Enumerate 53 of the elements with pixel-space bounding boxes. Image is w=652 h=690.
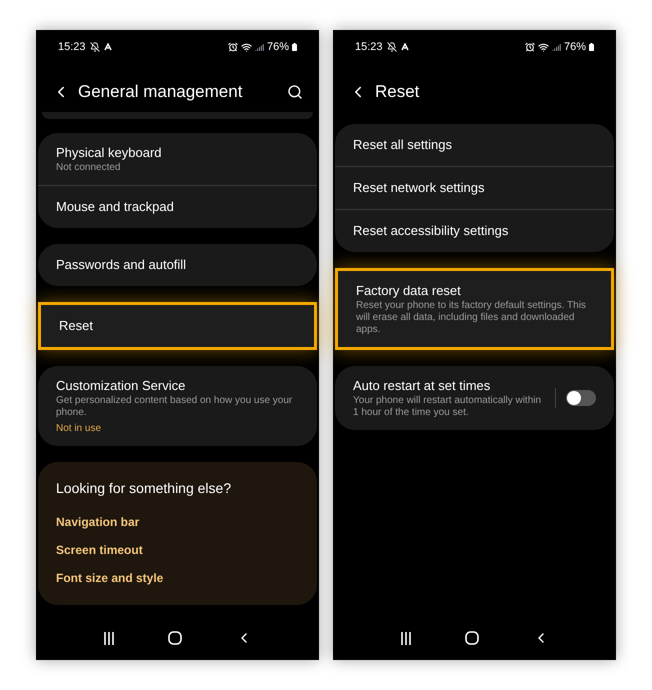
settings-item[interactable]: Passwords and autofill	[38, 244, 317, 286]
status-time: 15:23	[58, 40, 86, 55]
settings-item[interactable]: Reset network settings	[335, 167, 614, 210]
app-icon	[400, 43, 409, 51]
item-description: Reset your phone to its factory default settings. This will erase all data, including files and downloaded apps.	[356, 300, 587, 336]
alarm-icon	[228, 42, 238, 52]
home-icon[interactable]	[465, 631, 480, 645]
item-title: Reset network settings	[353, 179, 486, 197]
battery-level: 76%	[564, 40, 586, 55]
item-title: Reset	[59, 317, 94, 335]
settings-item[interactable]: Auto restart at set times Your phone will restart automatically within 1 hour of the time you set.	[335, 366, 614, 430]
item-description: Your phone will restart automatically within 1 hour of the time you set.	[353, 395, 542, 419]
settings-item[interactable]: Customization Service Get personalized content based on how you use your phone. Not in use	[38, 366, 317, 446]
battery-icon	[292, 43, 297, 51]
item-title: Physical keyboard	[56, 144, 162, 162]
wifi-icon	[538, 42, 549, 52]
suggestion-link[interactable]: Screen timeout	[56, 541, 299, 559]
recent-apps-icon[interactable]	[102, 632, 115, 644]
screen-title: General management	[78, 81, 244, 104]
item-title: Factory data reset	[356, 282, 462, 300]
item-title: Reset accessibility settings	[353, 222, 510, 240]
screen-title: Reset	[375, 81, 420, 104]
signal-icon	[552, 42, 561, 52]
settings-item[interactable]: Factory data reset Reset your phone to its factory default settings. This will erase all data, including files and downloaded apps.	[338, 271, 611, 347]
signal-icon	[254, 42, 264, 52]
mute-icon	[90, 42, 100, 52]
suggestion-link[interactable]: Navigation bar	[56, 513, 299, 531]
settings-item[interactable]: Mouse and trackpad	[38, 186, 317, 228]
mute-icon	[386, 42, 397, 52]
alarm-icon	[524, 42, 535, 52]
battery-icon	[589, 43, 594, 51]
suggestion-heading: Looking for something else?	[56, 479, 232, 498]
item-title: Auto restart at set times	[353, 377, 492, 395]
item-description: Not connected	[56, 162, 122, 174]
wifi-icon	[240, 42, 252, 52]
settings-item[interactable]: Reset	[41, 305, 314, 347]
item-title: Mouse and trackpad	[56, 198, 175, 216]
settings-item[interactable]: Physical keyboard Not connected	[38, 133, 317, 186]
item-status: Not in use	[56, 423, 102, 435]
home-icon[interactable]	[168, 631, 182, 645]
settings-item[interactable]: Reset all settings	[335, 124, 614, 167]
item-title: Reset all settings	[353, 136, 453, 154]
suggestion-link[interactable]: Font size and style	[56, 569, 299, 587]
item-title: Passwords and autofill	[56, 256, 188, 274]
item-description: Get personalized content based on how you use your phone.	[56, 395, 294, 419]
settings-item[interactable]: Reset accessibility settings	[335, 210, 614, 252]
toggle-switch[interactable]	[566, 390, 596, 406]
battery-level: 76%	[266, 40, 289, 55]
status-time: 15:23	[355, 40, 383, 55]
app-icon	[104, 43, 112, 51]
recent-apps-icon[interactable]	[400, 632, 412, 644]
search-icon[interactable]	[287, 84, 303, 100]
item-title: Customization Service	[56, 377, 186, 395]
